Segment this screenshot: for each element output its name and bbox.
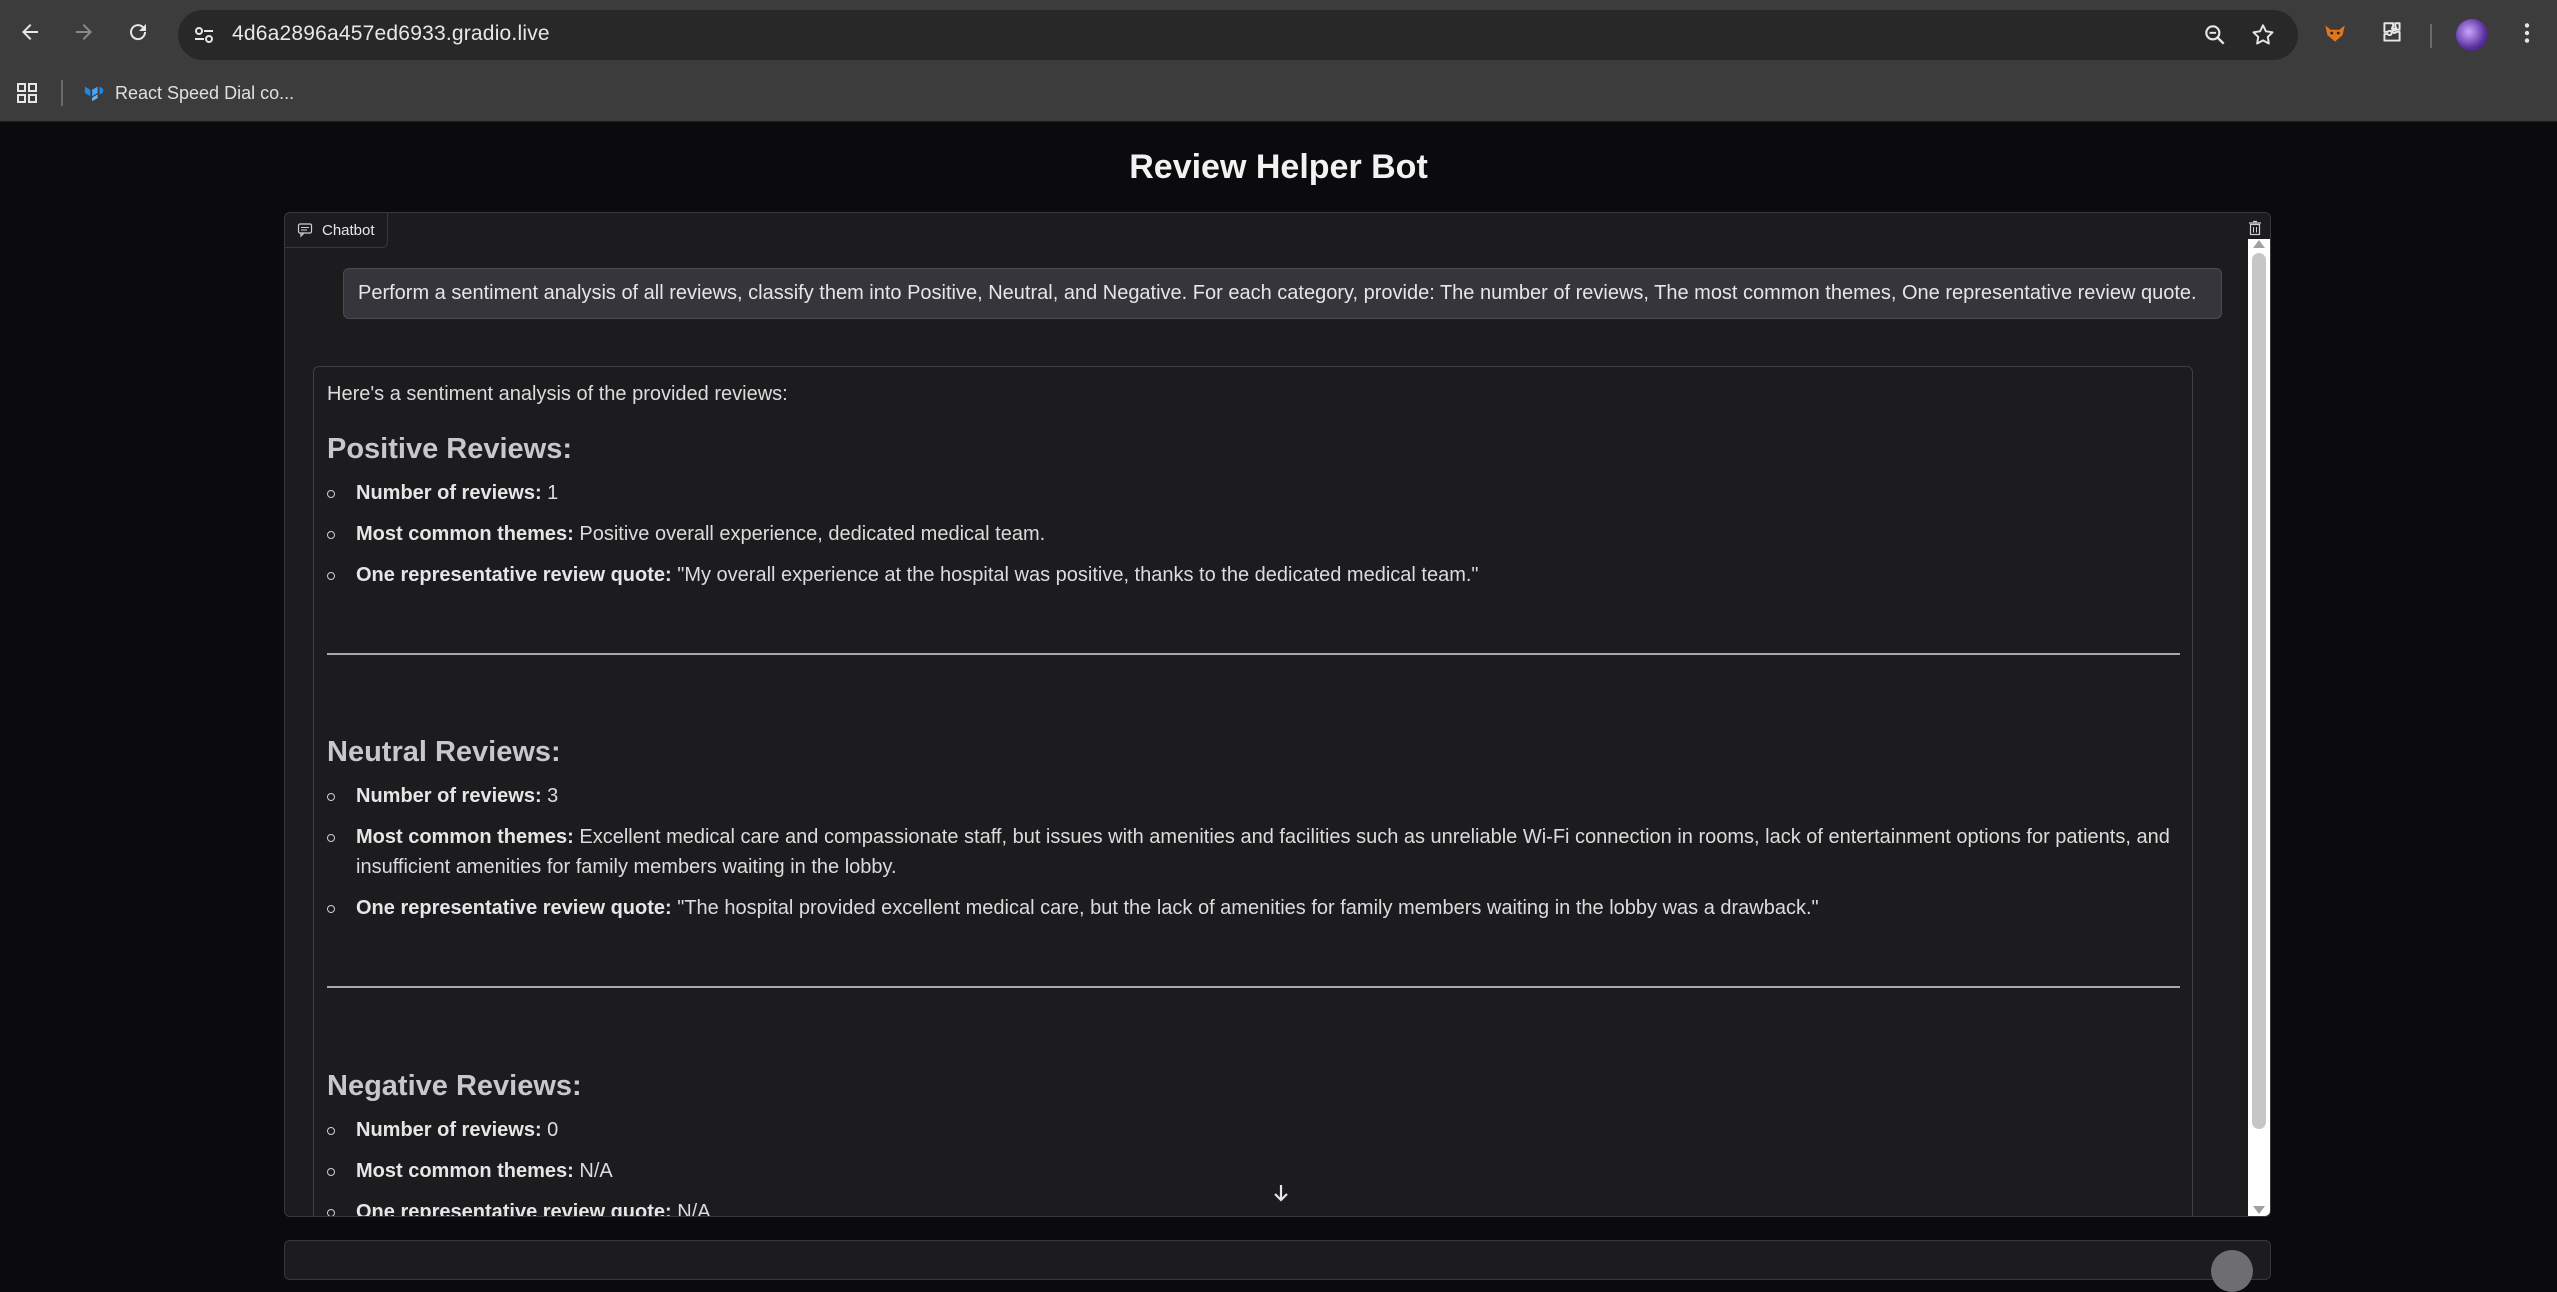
clear-chat-button[interactable] [2242,215,2268,241]
chatbot-label: Chatbot [285,213,388,248]
chatbot-panel: Chatbot Perform a sentiment analysis of … [284,212,2271,1217]
bot-message: Here's a sentiment analysis of the provi… [313,366,2193,1216]
reload-button[interactable] [120,14,156,50]
chat-bubble-icon [297,223,313,238]
bot-intro-text: Here's a sentiment analysis of the provi… [327,383,788,405]
section-heading-positive: Positive Reviews: [327,433,572,465]
profile-avatar[interactable] [2456,19,2488,51]
url-text[interactable]: 4d6a2896a457ed6933.gradio.live [232,22,550,46]
list-item: Most common themes: Positive overall exp… [327,519,2177,549]
mui-logo-icon [84,86,104,102]
forward-button[interactable] [66,14,102,50]
bookmark-star-icon[interactable] [2250,22,2276,48]
arrow-right-icon [76,24,92,40]
section-heading-neutral: Neutral Reviews: [327,736,561,768]
scroll-down-arrow-icon[interactable] [2253,1206,2265,1214]
section-heading-negative: Negative Reviews: [327,1070,582,1102]
menu-kebab-icon[interactable] [2512,18,2542,48]
chatbot-label-text: Chatbot [322,221,375,239]
bookmarks-separator [61,80,63,106]
bookmark-label: React Speed Dial co... [115,82,295,103]
arrow-left-icon [22,24,38,40]
bookmark-react-speed-dial[interactable]: React Speed Dial co... [83,79,294,107]
trash-icon [2249,220,2261,236]
chat-scrollbar[interactable] [2248,239,2270,1216]
browser-toolbar: 4d6a2896a457ed6933.gradio.live [0,0,2557,70]
scrollbar-thumb[interactable] [2252,253,2266,1129]
list-item: One representative review quote: "My ove… [327,560,2177,590]
zoom-icon[interactable] [2202,22,2228,48]
scroll-up-arrow-icon[interactable] [2253,240,2265,248]
arrow-down-icon [1274,1185,1288,1202]
divider [327,653,2180,655]
list-item: Number of reviews: 3 [327,781,2177,811]
message-input[interactable] [284,1240,2271,1292]
apps-grid-icon[interactable] [15,81,39,105]
extension-fox-icon[interactable] [2320,18,2350,48]
page-title: Review Helper Bot [1129,148,1428,186]
scroll-to-bottom-button[interactable] [1263,1175,1299,1211]
toolbar-separator [2430,24,2432,48]
list-item: Most common themes: Excellent medical ca… [327,822,2177,882]
address-bar[interactable]: 4d6a2896a457ed6933.gradio.live [178,10,2298,60]
extensions-puzzle-icon[interactable] [2377,18,2407,48]
divider [327,986,2180,988]
site-info-icon[interactable] [192,23,216,47]
user-message: Perform a sentiment analysis of all revi… [343,268,2222,319]
bookmarks-bar [0,70,2557,122]
list-item: One representative review quote: "The ho… [327,893,2177,923]
back-button[interactable] [12,14,48,50]
list-item: Most common themes: N/A [327,1156,2177,1186]
list-item: Number of reviews: 0 [327,1115,2177,1145]
list-item: Number of reviews: 1 [327,478,2177,508]
send-button[interactable] [2211,1250,2253,1292]
list-item: One representative review quote: N/A [327,1197,2177,1216]
reload-icon [130,24,147,41]
